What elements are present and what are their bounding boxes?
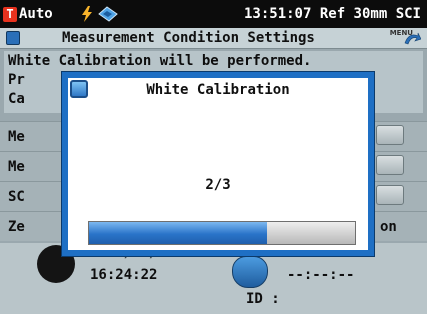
page-title: Measurement Condition Settings: [62, 30, 315, 46]
setting-row-3-label: SC: [8, 189, 25, 205]
message-line-2: Pr: [8, 72, 25, 88]
setting-row-3-button[interactable]: [376, 185, 404, 205]
device-screen: T Auto 13:51:07 Ref 30mm SCI Measurement…: [0, 0, 427, 314]
calibration-time: 16:24:22: [90, 267, 158, 283]
setting-row-4-value: on: [380, 219, 397, 235]
instrument-icon: [98, 6, 118, 22]
setting-row-1-button[interactable]: [376, 125, 404, 145]
progress-fill: [89, 222, 268, 244]
message-line-3: Ca: [8, 91, 25, 107]
dialog-title: White Calibration: [146, 82, 290, 98]
mode-label: Auto: [19, 6, 53, 22]
zero-cal-indicator: [232, 256, 268, 288]
white-calibration-dialog: White Calibration 2/3: [62, 72, 374, 256]
setting-row-2-button[interactable]: [376, 155, 404, 175]
menu-key-label: MENU: [389, 29, 413, 37]
zero-cal-time: --:--:--: [287, 267, 355, 283]
setting-row-1-label: Me: [8, 129, 25, 145]
id-label: ID :: [246, 291, 280, 307]
progress-bar: [88, 221, 356, 245]
lightning-icon: [82, 6, 92, 22]
step-counter: 2/3: [205, 177, 231, 193]
title-bar: Measurement Condition Settings MENU: [0, 28, 427, 49]
setting-row-4-label: Ze: [8, 219, 25, 235]
setting-row-2-label: Me: [8, 159, 25, 175]
status-bar: T Auto 13:51:07 Ref 30mm SCI: [0, 0, 427, 28]
status-info: 13:51:07 Ref 30mm SCI: [243, 6, 421, 22]
target-badge: T: [3, 7, 17, 22]
message-line-1: White Calibration will be performed.: [8, 53, 312, 69]
settings-icon: [6, 31, 20, 45]
